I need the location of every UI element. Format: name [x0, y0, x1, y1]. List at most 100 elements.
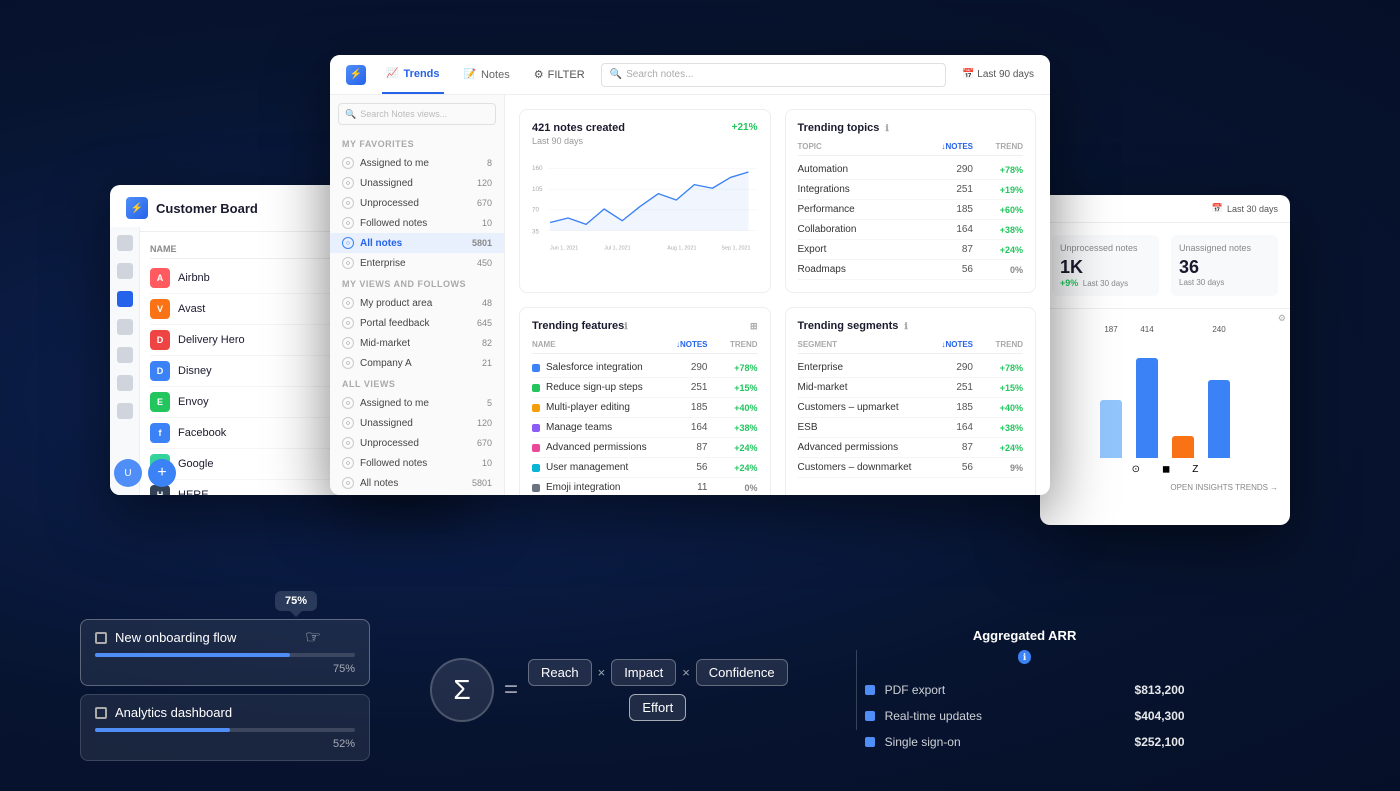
- add-button[interactable]: +: [148, 459, 176, 487]
- cb-sidebar-icon-active[interactable]: [117, 291, 133, 307]
- svg-text:105: 105: [532, 186, 543, 193]
- progress-checkbox[interactable]: [95, 707, 107, 719]
- arrow-icon: →: [1270, 483, 1278, 492]
- formula-tag-effort[interactable]: Effort: [629, 694, 686, 721]
- bar-item: [1136, 358, 1158, 458]
- search-placeholder: Search notes...: [626, 69, 693, 80]
- table-row: Customers – upmarket 185 +40%: [798, 398, 1024, 418]
- settings-icon[interactable]: ⚙: [1278, 313, 1286, 324]
- arr-divider: [856, 650, 857, 730]
- topic-col-header: TOPIC: [798, 142, 934, 151]
- nav-search-placeholder: Search Notes views...: [360, 109, 447, 119]
- topic-name: Integrations: [798, 184, 934, 195]
- arr-title-area: Aggregated ARR ℹ: [865, 628, 1185, 673]
- nav-item-label: Unassigned: [360, 418, 413, 429]
- nav-item-label: Company A: [360, 358, 412, 369]
- nav-item-all-assigned[interactable]: ○ Assigned to me 5: [330, 393, 504, 413]
- formula-tag-confidence[interactable]: Confidence: [696, 659, 788, 686]
- nav-item-label: Assigned to me: [360, 398, 429, 409]
- nav-item-company-a[interactable]: ○ Company A 21: [330, 353, 504, 373]
- trend-col-header: TREND: [973, 142, 1023, 151]
- nav-count: 670: [477, 438, 492, 448]
- nav-item-followed[interactable]: ○ Followed notes 10: [330, 213, 504, 233]
- bar-chart-bars: [1052, 338, 1278, 458]
- nav-item-unassigned[interactable]: ○ Unassigned 120: [330, 173, 504, 193]
- unprocessed-value: 1K: [1060, 257, 1151, 278]
- progress-card-onboarding[interactable]: New onboarding flow 75%: [80, 619, 370, 686]
- progress-item-label: Analytics dashboard: [115, 705, 232, 720]
- trending-features-label: Trending features: [532, 320, 624, 332]
- nav-item-assigned[interactable]: ○ Assigned to me 8: [330, 153, 504, 173]
- views-follows-section-label: MY VIEWS AND FOLLOWS: [330, 273, 504, 293]
- notes-line-chart: 160 105 70 35 Jun 1, 2021 Jul 1, 2021 Au…: [532, 154, 758, 264]
- progress-items-container: 75% ☞ New onboarding flow 75% Analytics …: [80, 619, 370, 761]
- segment-trend: +24%: [973, 443, 1023, 453]
- segment-col-header: SEGMENT: [798, 340, 934, 349]
- topic-notes: 164: [933, 224, 973, 235]
- nav-count: 120: [477, 178, 492, 188]
- filter-button[interactable]: ⚙ FILTER: [534, 68, 585, 81]
- progress-checkbox[interactable]: [95, 632, 107, 644]
- nav-item-unprocessed[interactable]: ○ Unprocessed 670: [330, 193, 504, 213]
- feature-trend: +40%: [708, 403, 758, 413]
- nav-item-my-product[interactable]: ○ My product area 48: [330, 293, 504, 313]
- nav-item-enterprise2[interactable]: ○ Enterpise 850: [330, 493, 504, 495]
- table-row: Export 87 +24%: [798, 240, 1024, 260]
- cb-sidebar-icon: [117, 403, 133, 419]
- all-notes2-icon: ○: [342, 477, 354, 489]
- screenshots-area: Customer Board BY COMPANY NAME # OF NOTE…: [110, 55, 1290, 525]
- assigned-icon: ○: [342, 157, 354, 169]
- all-notes-icon: ○: [342, 237, 354, 249]
- table-row: Reduce sign-up steps 251 +15%: [532, 378, 758, 398]
- feature-notes: 290: [668, 362, 708, 373]
- name-col-header: NAME: [532, 340, 668, 349]
- info-icon: ℹ: [885, 123, 888, 134]
- segment-notes: 56: [933, 462, 973, 473]
- feature-color-dot: [532, 464, 540, 472]
- unassigned-icon: ○: [342, 177, 354, 189]
- formula-tag-impact[interactable]: Impact: [611, 659, 676, 686]
- tab-trends[interactable]: 📈 Trends: [382, 55, 444, 94]
- nav-search[interactable]: 🔍 Search Notes views...: [338, 103, 496, 125]
- nav-count: 5801: [472, 478, 492, 488]
- open-insights-label[interactable]: OPEN INSIGHTS TRENDS: [1170, 483, 1268, 492]
- notes-chart-section: 421 notes created Last 90 days +21% 160 …: [519, 109, 771, 293]
- feature-name: Emoji integration: [546, 482, 668, 493]
- tab-notes[interactable]: 📝 Notes: [460, 55, 514, 94]
- notes-col-header: ↓NOTES: [933, 340, 973, 349]
- nav-item-all-unprocessed[interactable]: ○ Unprocessed 670: [330, 433, 504, 453]
- company-icon-facebook: f: [150, 423, 170, 443]
- arr-title: Aggregated ARR: [865, 628, 1185, 643]
- open-insights-link[interactable]: OPEN INSIGHTS TRENDS →: [1052, 483, 1278, 492]
- grid-icon[interactable]: ⊞: [750, 321, 758, 332]
- nav-item-label: Unprocessed: [360, 198, 419, 209]
- arr-section-wrapper: Aggregated ARR ℹ PDF export $813,200 Rea…: [848, 628, 1185, 753]
- nav-item-all-notes2[interactable]: ○ All notes 5801: [330, 473, 504, 493]
- nav-item-label: All notes: [360, 478, 398, 489]
- nav-count: 8: [487, 158, 492, 168]
- trending-segments-title: Trending segments ℹ: [798, 320, 1024, 332]
- nav-item-label: Unprocessed: [360, 438, 419, 449]
- nav-item-portal[interactable]: ○ Portal feedback 645: [330, 313, 504, 333]
- feature-color-dot: [532, 384, 540, 392]
- favorites-section-label: MY FAVORITES: [330, 133, 504, 153]
- nav-item-enterprise[interactable]: ○ Enterprise 450: [330, 253, 504, 273]
- nav-item-mid-market[interactable]: ○ Mid-market 82: [330, 333, 504, 353]
- segment-notes: 164: [933, 422, 973, 433]
- segment-notes: 185: [933, 402, 973, 413]
- formula-tag-reach[interactable]: Reach: [528, 659, 592, 686]
- topic-name: Performance: [798, 204, 934, 215]
- company-icon-airbnb: A: [150, 268, 170, 288]
- search-notes-input[interactable]: 🔍 Search notes...: [601, 63, 946, 87]
- nav-item-all-notes[interactable]: ○ All notes 5801: [330, 233, 504, 253]
- all-views-section-label: ALL VIEWS: [330, 373, 504, 393]
- segment-name: Customers – downmarket: [798, 462, 934, 473]
- segment-trend: 9%: [973, 463, 1023, 473]
- trending-features-title: Trending features ℹ ⊞: [532, 320, 758, 332]
- nav-item-all-unassigned[interactable]: ○ Unassigned 120: [330, 413, 504, 433]
- progress-card-analytics[interactable]: Analytics dashboard 52%: [80, 694, 370, 761]
- tab-notes-label: Notes: [481, 69, 510, 81]
- date-range-display: 📅 Last 90 days: [962, 69, 1034, 80]
- nav-item-all-followed[interactable]: ○ Followed notes 10: [330, 453, 504, 473]
- segment-name: Advanced permissions: [798, 442, 934, 453]
